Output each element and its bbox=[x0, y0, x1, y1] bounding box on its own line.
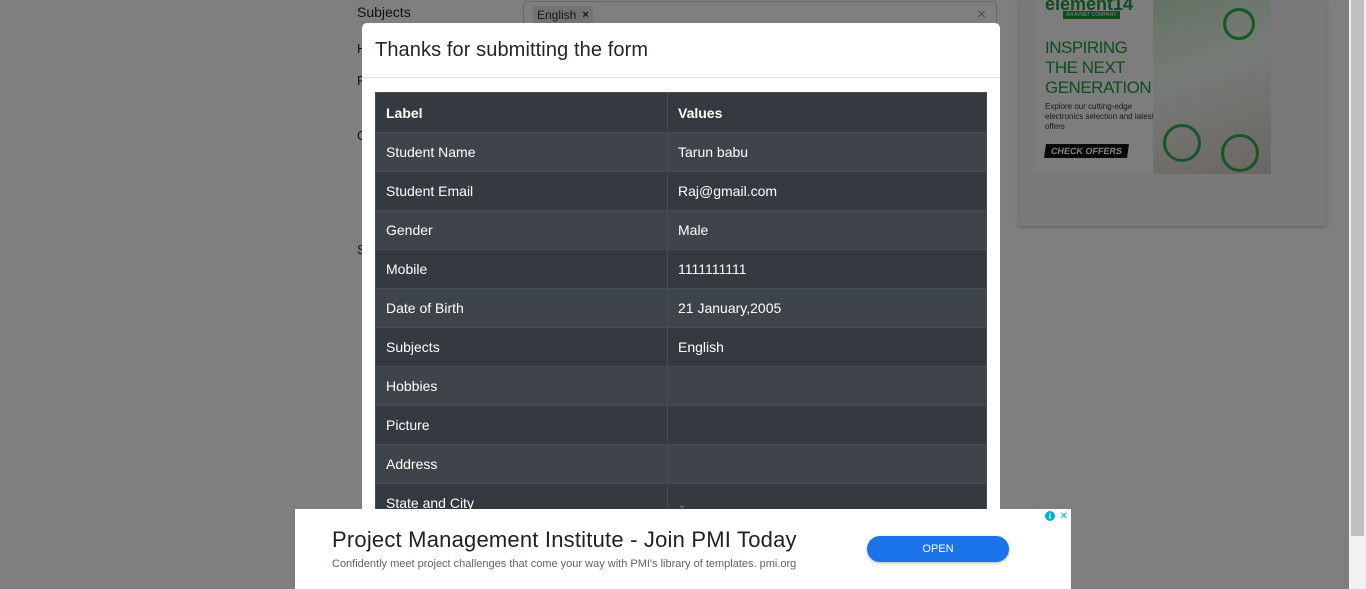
ad-description: Confidently meet project challenges that… bbox=[332, 558, 797, 570]
table-row: Student Name Tarun babu bbox=[375, 132, 987, 172]
table-header-row: Label Values bbox=[375, 92, 987, 133]
table-row: Hobbies bbox=[375, 366, 987, 406]
column-header-label: Label bbox=[375, 92, 668, 133]
table-row: Picture bbox=[375, 405, 987, 445]
modal-body: Label Values Student Name Tarun babu Stu… bbox=[375, 92, 987, 523]
table-row: Gender Male bbox=[375, 210, 987, 250]
column-header-values: Values bbox=[667, 92, 987, 133]
row-label: Date of Birth bbox=[375, 288, 668, 328]
scrollbar-thumb[interactable] bbox=[1351, 0, 1364, 536]
row-value: 21 January,2005 bbox=[667, 288, 987, 328]
table-row: Date of Birth 21 January,2005 bbox=[375, 288, 987, 328]
ad-close-icon[interactable]: ✕ bbox=[1057, 509, 1071, 523]
ad-open-button[interactable]: OPEN bbox=[867, 536, 1009, 562]
row-label: Mobile bbox=[375, 249, 668, 289]
ad-info-icon[interactable]: i bbox=[1043, 509, 1057, 523]
row-value: 1111111111 bbox=[667, 249, 987, 289]
table-row: Student Email Raj@gmail.com bbox=[375, 171, 987, 211]
row-label: Gender bbox=[375, 210, 668, 250]
row-label: Student Name bbox=[375, 132, 668, 172]
table-row: Address bbox=[375, 444, 987, 484]
table-row: Subjects English bbox=[375, 327, 987, 367]
row-value: Male bbox=[667, 210, 987, 250]
row-label: Picture bbox=[375, 405, 668, 445]
results-table: Label Values Student Name Tarun babu Stu… bbox=[375, 92, 987, 523]
row-value: Raj@gmail.com bbox=[667, 171, 987, 211]
page-scrollbar[interactable] bbox=[1349, 0, 1366, 589]
ad-title[interactable]: Project Management Institute - Join PMI … bbox=[332, 527, 797, 553]
row-value bbox=[667, 444, 987, 484]
modal-header: Thanks for submitting the form bbox=[362, 23, 1000, 78]
row-value bbox=[667, 366, 987, 406]
row-label: Subjects bbox=[375, 327, 668, 367]
table-row: Mobile 1111111111 bbox=[375, 249, 987, 289]
row-value: Tarun babu bbox=[667, 132, 987, 172]
bottom-banner-ad[interactable]: Project Management Institute - Join PMI … bbox=[295, 509, 1071, 589]
ad-choices: i ✕ bbox=[1043, 509, 1071, 523]
modal-title: Thanks for submitting the form bbox=[375, 38, 649, 61]
row-label: Address bbox=[375, 444, 668, 484]
row-value: English bbox=[667, 327, 987, 367]
row-label: Hobbies bbox=[375, 366, 668, 406]
row-value bbox=[667, 405, 987, 445]
submission-modal: Thanks for submitting the form Label Val… bbox=[362, 23, 1000, 589]
row-label: Student Email bbox=[375, 171, 668, 211]
